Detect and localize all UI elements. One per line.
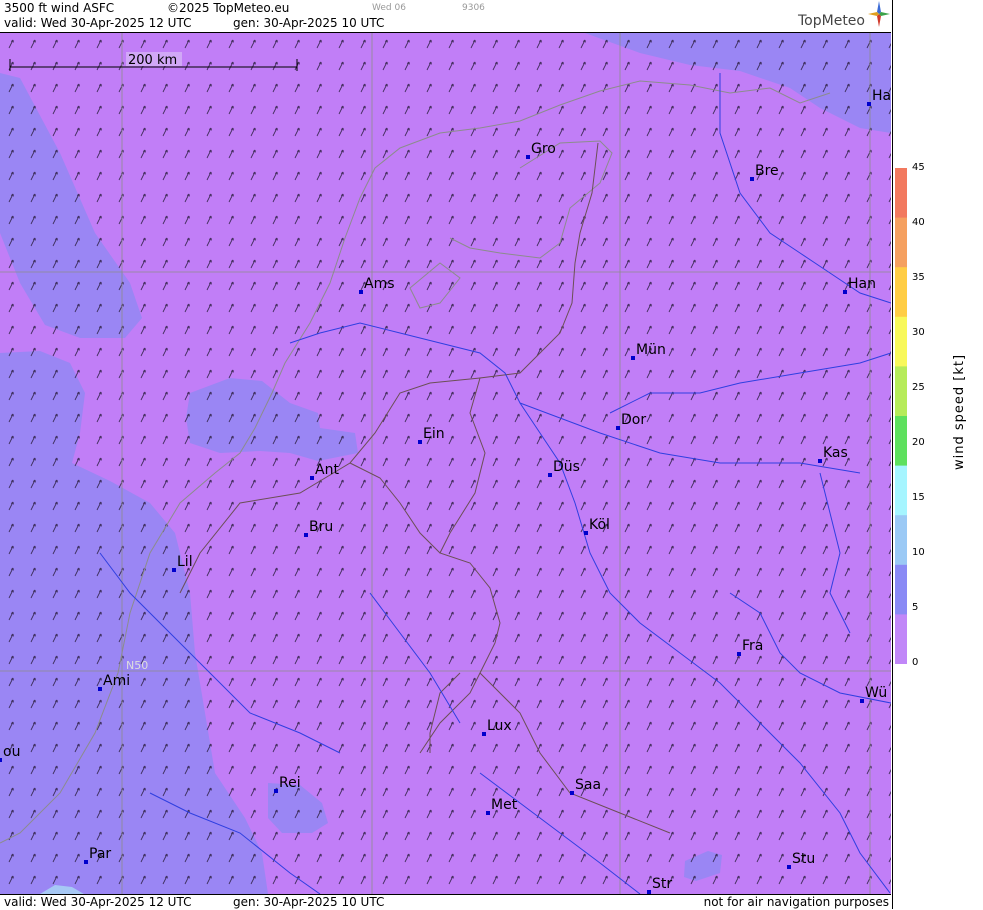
colorbar-title: wind speed [kt]: [952, 353, 967, 470]
colorbar-segment: [895, 366, 907, 417]
colorbar-segment: [895, 416, 907, 467]
city-label: Han: [848, 276, 876, 292]
city-marker: [526, 155, 530, 159]
city-label: Gro: [531, 141, 556, 157]
colorbar-tick-label: 10: [912, 547, 925, 558]
city-label: Wü: [865, 685, 887, 701]
city-marker: [172, 568, 176, 572]
copyright-text: ©2025 TopMeteo.eu: [167, 1, 290, 15]
city-marker: [0, 758, 2, 762]
city-label: Str: [652, 876, 672, 892]
colorbar-segment: [895, 564, 907, 615]
city-marker: [584, 531, 588, 535]
city-marker: [631, 356, 635, 360]
city-label: Ha: [872, 88, 891, 104]
colorbar-tick-label: 15: [912, 492, 925, 503]
colorbar-segment: [895, 614, 907, 664]
colorbar-tick-label: 20: [912, 437, 925, 448]
day-code: Wed 06: [372, 3, 406, 13]
city-label: Par: [89, 846, 111, 862]
city-label: Bre: [755, 163, 779, 179]
city-marker: [84, 860, 88, 864]
colorbar: [895, 168, 907, 664]
city-label: Köl: [589, 517, 610, 533]
city-label: Rei: [279, 775, 301, 791]
generated-time: gen: 30-Apr-2025 10 UTC: [233, 16, 385, 30]
footer-generated-time: gen: 30-Apr-2025 10 UTC: [233, 895, 385, 909]
city-marker: [843, 290, 847, 294]
city-marker: [750, 177, 754, 181]
map-footer: valid: Wed 30-Apr-2025 12 UTC gen: 30-Ap…: [0, 894, 891, 910]
colorbar-segment: [895, 316, 907, 367]
map-header: 3500 ft wind ASFC ©2025 TopMeteo.eu Wed …: [0, 0, 891, 33]
city-marker: [486, 811, 490, 815]
city-label: Kas: [823, 445, 848, 461]
city-marker: [359, 290, 363, 294]
colorbar-segment: [895, 217, 907, 268]
colorbar-tick-label: 45: [912, 162, 925, 173]
colorbar-tick-label: 5: [912, 602, 919, 613]
city-label: Saa: [575, 777, 601, 793]
compass-logo-icon: [868, 1, 890, 27]
colorbar-segment: [895, 515, 907, 566]
city-marker: [737, 652, 741, 656]
city-marker: [818, 459, 822, 463]
city-label: Stu: [792, 851, 815, 867]
city-marker: [418, 440, 422, 444]
city-marker: [860, 699, 864, 703]
city-marker: [867, 102, 871, 106]
colorbar-tick-label: 0: [912, 657, 919, 668]
city-marker: [616, 426, 620, 430]
city-marker: [310, 476, 314, 480]
city-label: Bru: [309, 519, 333, 535]
city-label: Mün: [636, 342, 666, 358]
city-label: Dor: [621, 412, 646, 428]
city-marker: [570, 791, 574, 795]
colorbar-tick-label: 35: [912, 272, 925, 283]
city-label: ou: [3, 744, 20, 760]
product-code: 9306: [462, 3, 485, 13]
city-label: Fra: [742, 638, 763, 654]
city-marker: [482, 732, 486, 736]
city-label: Düs: [553, 459, 580, 475]
brand-logo-text: TopMeteo: [798, 13, 865, 29]
city-label: Met: [491, 797, 518, 813]
footer-valid-time: valid: Wed 30-Apr-2025 12 UTC: [4, 895, 192, 909]
city-marker: [304, 533, 308, 537]
city-label: Ami: [103, 673, 130, 689]
colorbar-tick-label: 30: [912, 327, 925, 338]
wind-map: N50 200 km Gro Bre Ha Ams Han Mün Dor Ein KasAn…: [0, 33, 891, 894]
city-label: Ams: [364, 276, 395, 292]
city-label: Lux: [487, 718, 512, 734]
scale-bar-label: 200 km: [128, 53, 177, 68]
city-marker: [787, 865, 791, 869]
city-marker: [98, 687, 102, 691]
colorbar-segment: [895, 267, 907, 318]
latitude-label: N50: [126, 659, 148, 672]
city-label: Ein: [423, 426, 445, 442]
city-label: Lil: [177, 554, 193, 570]
colorbar-segment: [895, 168, 907, 219]
valid-time: valid: Wed 30-Apr-2025 12 UTC: [4, 16, 192, 30]
city-label: Ant: [315, 462, 339, 478]
colorbar-segment: [895, 465, 907, 516]
product-title: 3500 ft wind ASFC: [4, 1, 115, 15]
city-marker: [548, 473, 552, 477]
disclaimer: not for air navigation purposes: [703, 895, 889, 909]
colorbar-tick-label: 40: [912, 217, 925, 228]
colorbar-tick-label: 25: [912, 382, 925, 393]
city-marker: [274, 789, 278, 793]
